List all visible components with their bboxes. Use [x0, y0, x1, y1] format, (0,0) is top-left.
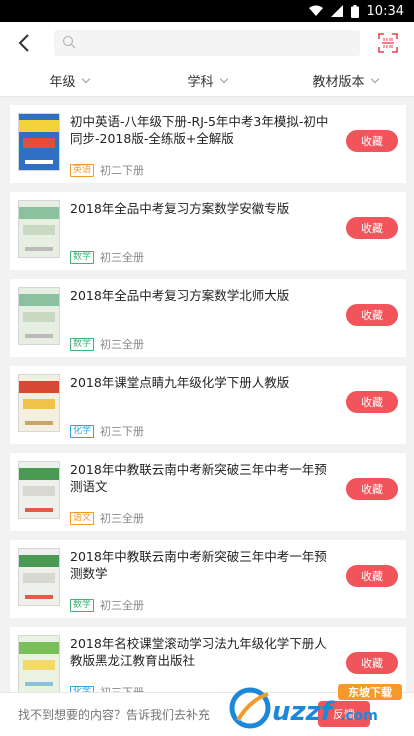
favorite-button[interactable]: 收藏: [346, 304, 398, 326]
chevron-down-icon: [81, 74, 90, 83]
book-cover: [18, 374, 60, 432]
book-list: 初中英语-八年级下册-RJ-5年中考3年模拟-初中同步-2018版-全练版+全解…: [0, 97, 414, 705]
book-title: 初中英语-八年级下册-RJ-5年中考3年模拟-初中同步-2018版-全练版+全解…: [70, 114, 329, 146]
filter-label: 学科: [187, 74, 214, 90]
wifi-icon: [308, 5, 323, 17]
grade-label: 初二下册: [100, 164, 145, 177]
status-bar: 10:34: [0, 0, 414, 22]
favorite-button[interactable]: 收藏: [346, 391, 398, 413]
grade-label: 初三全册: [100, 338, 145, 351]
grade-label: 初三全册: [100, 599, 145, 612]
book-title: 2018年中教联云南中考新突破三年中考一年预测语文: [70, 462, 327, 494]
favorite-button[interactable]: 收藏: [346, 565, 398, 587]
feedback-bar: 反馈: [0, 692, 414, 736]
list-item[interactable]: 2018年全品中考复习方案数学安徽专版 数学 初三全册 收藏: [10, 192, 406, 270]
list-item[interactable]: 2018年全品中考复习方案数学北师大版 数学 初三全册 收藏: [10, 279, 406, 357]
book-cover: [18, 200, 60, 258]
feedback-input[interactable]: [18, 707, 258, 722]
book-cover: [18, 548, 60, 606]
battery-icon: [350, 4, 359, 18]
search-input[interactable]: [76, 30, 360, 56]
signal-icon: [330, 5, 343, 17]
search-box[interactable]: [54, 30, 360, 56]
filter-edition[interactable]: 教材版本: [276, 71, 414, 90]
favorite-button[interactable]: 收藏: [346, 652, 398, 674]
subject-tag: 化学: [70, 424, 95, 438]
filter-bar: 年级 学科 教材版本: [0, 64, 414, 97]
scan-icon[interactable]: [376, 31, 400, 55]
filter-label: 年级: [49, 74, 76, 90]
grade-label: 初三全册: [100, 251, 145, 264]
subject-tag: 语文: [70, 511, 95, 525]
list-item[interactable]: 2018年中教联云南中考新突破三年中考一年预测数学 数学 初三全册 收藏: [10, 540, 406, 618]
book-cover: [18, 287, 60, 345]
book-title: 2018年课堂点睛九年级化学下册人教版: [70, 375, 290, 390]
favorite-button[interactable]: 收藏: [346, 130, 398, 152]
filter-subject[interactable]: 学科: [138, 71, 276, 90]
favorite-button[interactable]: 收藏: [346, 217, 398, 239]
search-icon: [62, 34, 76, 53]
status-time: 10:34: [366, 3, 404, 19]
subject-tag: 数学: [70, 250, 95, 264]
feedback-submit-button[interactable]: 反馈: [318, 701, 370, 727]
chevron-down-icon: [219, 74, 228, 83]
book-title: 2018年全品中考复习方案数学北师大版: [70, 288, 290, 303]
top-bar: [0, 22, 414, 64]
grade-label: 初三全册: [100, 512, 145, 525]
subject-tag: 数学: [70, 337, 95, 351]
grade-label: 初三下册: [100, 425, 145, 438]
subject-tag: 数学: [70, 598, 95, 612]
subject-tag: 英语: [70, 163, 95, 177]
filter-grade[interactable]: 年级: [0, 71, 138, 90]
book-cover: [18, 113, 60, 171]
filter-label: 教材版本: [312, 74, 365, 90]
list-item[interactable]: 2018年课堂点睛九年级化学下册人教版 化学 初三下册 收藏: [10, 366, 406, 444]
book-title: 2018年中教联云南中考新突破三年中考一年预测数学: [70, 549, 327, 581]
favorite-button[interactable]: 收藏: [346, 478, 398, 500]
book-cover: [18, 635, 60, 693]
book-cover: [18, 461, 60, 519]
book-title: 2018年名校课堂滚动学习法九年级化学下册人教版黑龙江教育出版社: [70, 636, 327, 668]
chevron-down-icon: [370, 74, 379, 83]
list-item[interactable]: 初中英语-八年级下册-RJ-5年中考3年模拟-初中同步-2018版-全练版+全解…: [10, 105, 406, 183]
book-title: 2018年全品中考复习方案数学安徽专版: [70, 201, 290, 216]
list-item[interactable]: 2018年中教联云南中考新突破三年中考一年预测语文 语文 初三全册 收藏: [10, 453, 406, 531]
back-arrow-icon[interactable]: [12, 31, 36, 55]
